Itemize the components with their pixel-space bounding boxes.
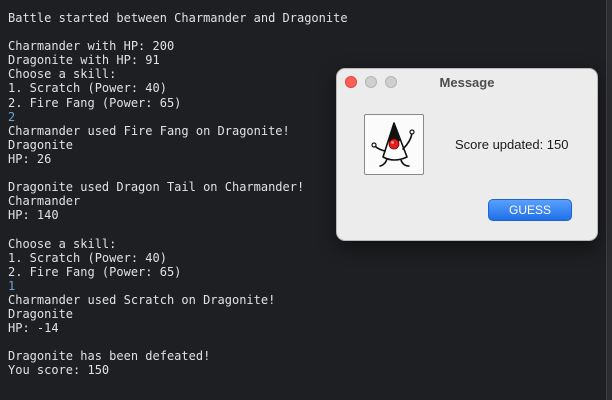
console-line: You score: 150 bbox=[8, 363, 110, 378]
console-line: Battle started between Charmander and Dr… bbox=[8, 11, 348, 25]
console-line: Dragonite with HP: 91 bbox=[8, 53, 160, 68]
console-line: Dragonite has been defeated! bbox=[8, 349, 211, 364]
java-duke-icon bbox=[364, 114, 424, 175]
dialog-titlebar[interactable]: Message bbox=[337, 69, 597, 97]
dialog-message: Score updated: 150 bbox=[455, 137, 569, 152]
console-line: 2. Fire Fang (Power: 65) bbox=[8, 264, 182, 279]
console-input-line: 1 bbox=[8, 278, 16, 293]
guess-button[interactable]: GUESS bbox=[488, 199, 572, 221]
message-dialog: Message Score updated: 150 GUESS bbox=[336, 68, 598, 241]
console-scrollbar[interactable] bbox=[606, 0, 612, 400]
console-line: 1. Scratch (Power: 40) bbox=[8, 250, 167, 265]
console-line: Dragonite bbox=[8, 306, 74, 321]
dialog-title: Message bbox=[439, 75, 495, 90]
console-line: HP: -14 bbox=[8, 321, 59, 336]
console-line: Charmander with HP: 200 bbox=[8, 39, 175, 54]
console-line: Charmander used Scratch on Dragonite! bbox=[8, 292, 276, 307]
